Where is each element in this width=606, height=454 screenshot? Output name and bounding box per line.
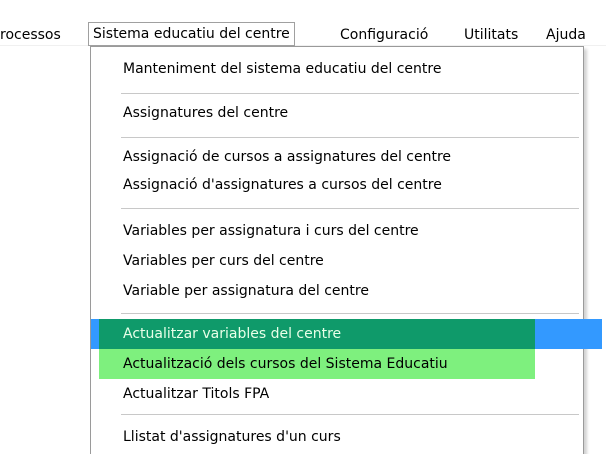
menu-separator: [121, 414, 579, 415]
menu-item-assignacio-assignatures[interactable]: Assignació d'assignatures a cursos del c…: [91, 171, 583, 199]
application-window: rocessos Sistema educatiu del centre Con…: [0, 0, 606, 454]
menu-item-variables-curs[interactable]: Variables per curs del centre: [91, 247, 583, 275]
menu-item-manteniment[interactable]: Manteniment del sistema educatiu del cen…: [91, 55, 583, 83]
menu-item-actualitzar-variables[interactable]: Actualitzar variables del centre: [91, 320, 583, 348]
menu-configuracio[interactable]: Configuració: [340, 24, 428, 46]
menu-separator: [121, 93, 579, 94]
menu-item-assignatures[interactable]: Assignatures del centre: [91, 99, 583, 127]
menu-item-label: Variable per assignatura del centre: [123, 283, 369, 299]
menu-item-label: Assignació d'assignatures a cursos del c…: [123, 177, 442, 193]
menu-item-label: Actualitzar variables del centre: [123, 326, 342, 342]
menu-item-label: Llistat d'assignatures d'un curs: [123, 429, 341, 445]
menu-utilitats[interactable]: Utilitats: [464, 24, 518, 46]
menu-item-label: Assignació de cursos a assignatures del …: [123, 149, 452, 165]
menu-separator: [121, 313, 579, 314]
dropdown-menu: Manteniment del sistema educatiu del cen…: [90, 46, 602, 454]
menu-ajuda[interactable]: Ajuda: [546, 24, 586, 46]
menu-item-label: Assignatures del centre: [123, 105, 289, 121]
menu-item-actualitzacio-cursos[interactable]: Actualització dels cursos del Sistema Ed…: [91, 350, 583, 378]
menu-bar: rocessos Sistema educatiu del centre Con…: [0, 0, 606, 46]
menu-item-assignacio-cursos[interactable]: Assignació de cursos a assignatures del …: [91, 143, 583, 171]
menu-item-label: Variables per assignatura i curs del cen…: [123, 223, 419, 239]
menu-processos[interactable]: rocessos: [0, 24, 61, 46]
menu-item-variables-assignatura-curs[interactable]: Variables per assignatura i curs del cen…: [91, 217, 583, 245]
menu-item-variable-assignatura[interactable]: Variable per assignatura del centre: [91, 277, 583, 305]
menu-sistema-educatiu[interactable]: Sistema educatiu del centre: [88, 22, 295, 46]
menu-separator: [121, 137, 579, 138]
menu-item-llistat-assignatures[interactable]: Llistat d'assignatures d'un curs: [91, 423, 583, 451]
menu-item-label: Variables per curs del centre: [123, 253, 324, 269]
menu-item-actualitzar-titols[interactable]: Actualitzar Titols FPA: [91, 380, 583, 408]
menu-item-label: Actualitzar Titols FPA: [123, 386, 270, 402]
menu-item-label: Actualització dels cursos del Sistema Ed…: [123, 356, 448, 372]
menu-separator: [121, 208, 579, 209]
menu-item-label: Manteniment del sistema educatiu del cen…: [123, 61, 442, 77]
